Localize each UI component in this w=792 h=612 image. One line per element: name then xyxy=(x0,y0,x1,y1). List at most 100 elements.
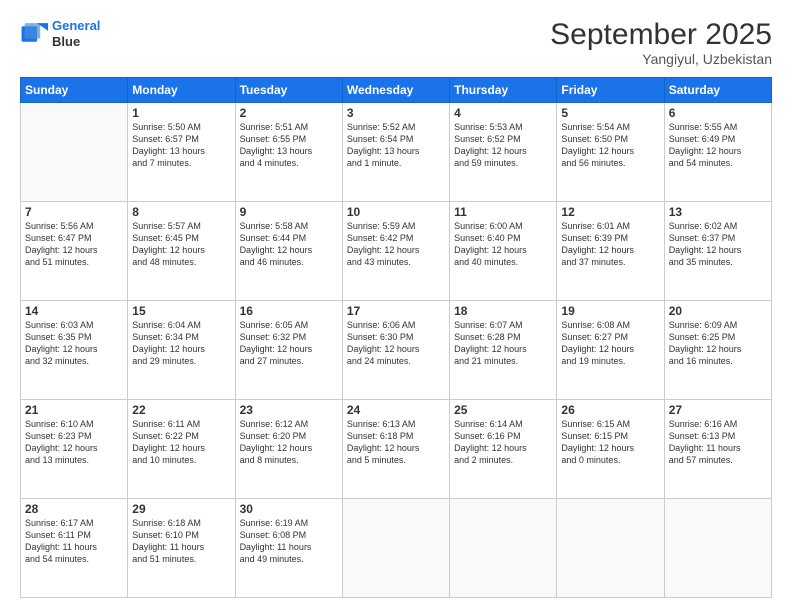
day-info: Sunrise: 5:51 AM Sunset: 6:55 PM Dayligh… xyxy=(240,121,338,170)
day-info: Sunrise: 5:59 AM Sunset: 6:42 PM Dayligh… xyxy=(347,220,445,269)
day-info: Sunrise: 6:01 AM Sunset: 6:39 PM Dayligh… xyxy=(561,220,659,269)
day-info: Sunrise: 5:58 AM Sunset: 6:44 PM Dayligh… xyxy=(240,220,338,269)
day-info: Sunrise: 5:55 AM Sunset: 6:49 PM Dayligh… xyxy=(669,121,767,170)
calendar-cell: 5Sunrise: 5:54 AM Sunset: 6:50 PM Daylig… xyxy=(557,103,664,202)
day-number: 7 xyxy=(25,205,123,219)
header-tuesday: Tuesday xyxy=(235,78,342,103)
day-number: 2 xyxy=(240,106,338,120)
day-number: 30 xyxy=(240,502,338,516)
day-number: 17 xyxy=(347,304,445,318)
calendar-cell: 21Sunrise: 6:10 AM Sunset: 6:23 PM Dayli… xyxy=(21,400,128,499)
day-number: 14 xyxy=(25,304,123,318)
day-number: 6 xyxy=(669,106,767,120)
day-info: Sunrise: 6:02 AM Sunset: 6:37 PM Dayligh… xyxy=(669,220,767,269)
calendar-cell: 27Sunrise: 6:16 AM Sunset: 6:13 PM Dayli… xyxy=(664,400,771,499)
day-number: 12 xyxy=(561,205,659,219)
calendar-cell: 20Sunrise: 6:09 AM Sunset: 6:25 PM Dayli… xyxy=(664,301,771,400)
calendar-cell: 13Sunrise: 6:02 AM Sunset: 6:37 PM Dayli… xyxy=(664,202,771,301)
month-title: September 2025 xyxy=(550,18,772,51)
weekday-header-row: Sunday Monday Tuesday Wednesday Thursday… xyxy=(21,78,772,103)
day-number: 20 xyxy=(669,304,767,318)
calendar-cell: 12Sunrise: 6:01 AM Sunset: 6:39 PM Dayli… xyxy=(557,202,664,301)
day-number: 29 xyxy=(132,502,230,516)
day-number: 9 xyxy=(240,205,338,219)
day-number: 22 xyxy=(132,403,230,417)
calendar-cell: 17Sunrise: 6:06 AM Sunset: 6:30 PM Dayli… xyxy=(342,301,449,400)
day-info: Sunrise: 6:11 AM Sunset: 6:22 PM Dayligh… xyxy=(132,418,230,467)
day-number: 26 xyxy=(561,403,659,417)
day-info: Sunrise: 5:57 AM Sunset: 6:45 PM Dayligh… xyxy=(132,220,230,269)
day-number: 24 xyxy=(347,403,445,417)
calendar-cell: 1Sunrise: 5:50 AM Sunset: 6:57 PM Daylig… xyxy=(128,103,235,202)
day-number: 8 xyxy=(132,205,230,219)
day-number: 15 xyxy=(132,304,230,318)
day-number: 23 xyxy=(240,403,338,417)
calendar-cell: 4Sunrise: 5:53 AM Sunset: 6:52 PM Daylig… xyxy=(450,103,557,202)
day-info: Sunrise: 6:08 AM Sunset: 6:27 PM Dayligh… xyxy=(561,319,659,368)
calendar-cell: 8Sunrise: 5:57 AM Sunset: 6:45 PM Daylig… xyxy=(128,202,235,301)
day-number: 11 xyxy=(454,205,552,219)
calendar-cell xyxy=(664,499,771,598)
day-info: Sunrise: 6:12 AM Sunset: 6:20 PM Dayligh… xyxy=(240,418,338,467)
calendar-week-row: 28Sunrise: 6:17 AM Sunset: 6:11 PM Dayli… xyxy=(21,499,772,598)
day-number: 4 xyxy=(454,106,552,120)
calendar-cell xyxy=(342,499,449,598)
calendar-cell: 25Sunrise: 6:14 AM Sunset: 6:16 PM Dayli… xyxy=(450,400,557,499)
calendar-week-row: 1Sunrise: 5:50 AM Sunset: 6:57 PM Daylig… xyxy=(21,103,772,202)
calendar-cell: 14Sunrise: 6:03 AM Sunset: 6:35 PM Dayli… xyxy=(21,301,128,400)
day-number: 28 xyxy=(25,502,123,516)
calendar-cell: 7Sunrise: 5:56 AM Sunset: 6:47 PM Daylig… xyxy=(21,202,128,301)
calendar-cell: 19Sunrise: 6:08 AM Sunset: 6:27 PM Dayli… xyxy=(557,301,664,400)
day-info: Sunrise: 6:18 AM Sunset: 6:10 PM Dayligh… xyxy=(132,517,230,566)
day-number: 10 xyxy=(347,205,445,219)
day-info: Sunrise: 6:14 AM Sunset: 6:16 PM Dayligh… xyxy=(454,418,552,467)
calendar-cell: 22Sunrise: 6:11 AM Sunset: 6:22 PM Dayli… xyxy=(128,400,235,499)
header-wednesday: Wednesday xyxy=(342,78,449,103)
calendar-cell: 6Sunrise: 5:55 AM Sunset: 6:49 PM Daylig… xyxy=(664,103,771,202)
calendar-cell: 3Sunrise: 5:52 AM Sunset: 6:54 PM Daylig… xyxy=(342,103,449,202)
day-info: Sunrise: 6:04 AM Sunset: 6:34 PM Dayligh… xyxy=(132,319,230,368)
title-block: September 2025 Yangiyul, Uzbekistan xyxy=(550,18,772,67)
calendar-cell: 10Sunrise: 5:59 AM Sunset: 6:42 PM Dayli… xyxy=(342,202,449,301)
logo-text: General Blue xyxy=(52,18,100,49)
day-number: 16 xyxy=(240,304,338,318)
day-number: 13 xyxy=(669,205,767,219)
day-number: 1 xyxy=(132,106,230,120)
day-info: Sunrise: 6:17 AM Sunset: 6:11 PM Dayligh… xyxy=(25,517,123,566)
calendar-cell: 9Sunrise: 5:58 AM Sunset: 6:44 PM Daylig… xyxy=(235,202,342,301)
calendar-cell: 18Sunrise: 6:07 AM Sunset: 6:28 PM Dayli… xyxy=(450,301,557,400)
day-number: 27 xyxy=(669,403,767,417)
day-info: Sunrise: 6:13 AM Sunset: 6:18 PM Dayligh… xyxy=(347,418,445,467)
header-monday: Monday xyxy=(128,78,235,103)
calendar-cell: 11Sunrise: 6:00 AM Sunset: 6:40 PM Dayli… xyxy=(450,202,557,301)
logo: General Blue xyxy=(20,18,100,49)
day-info: Sunrise: 6:07 AM Sunset: 6:28 PM Dayligh… xyxy=(454,319,552,368)
logo-icon xyxy=(20,20,48,48)
header-saturday: Saturday xyxy=(664,78,771,103)
location-subtitle: Yangiyul, Uzbekistan xyxy=(550,51,772,67)
calendar-cell: 16Sunrise: 6:05 AM Sunset: 6:32 PM Dayli… xyxy=(235,301,342,400)
day-info: Sunrise: 5:56 AM Sunset: 6:47 PM Dayligh… xyxy=(25,220,123,269)
day-info: Sunrise: 6:15 AM Sunset: 6:15 PM Dayligh… xyxy=(561,418,659,467)
day-info: Sunrise: 6:09 AM Sunset: 6:25 PM Dayligh… xyxy=(669,319,767,368)
calendar-cell xyxy=(557,499,664,598)
calendar-cell: 28Sunrise: 6:17 AM Sunset: 6:11 PM Dayli… xyxy=(21,499,128,598)
day-info: Sunrise: 6:10 AM Sunset: 6:23 PM Dayligh… xyxy=(25,418,123,467)
calendar-cell: 15Sunrise: 6:04 AM Sunset: 6:34 PM Dayli… xyxy=(128,301,235,400)
calendar-cell: 24Sunrise: 6:13 AM Sunset: 6:18 PM Dayli… xyxy=(342,400,449,499)
calendar-week-row: 21Sunrise: 6:10 AM Sunset: 6:23 PM Dayli… xyxy=(21,400,772,499)
day-number: 19 xyxy=(561,304,659,318)
calendar-cell: 30Sunrise: 6:19 AM Sunset: 6:08 PM Dayli… xyxy=(235,499,342,598)
day-info: Sunrise: 5:52 AM Sunset: 6:54 PM Dayligh… xyxy=(347,121,445,170)
day-number: 18 xyxy=(454,304,552,318)
calendar-cell: 23Sunrise: 6:12 AM Sunset: 6:20 PM Dayli… xyxy=(235,400,342,499)
header-sunday: Sunday xyxy=(21,78,128,103)
header-friday: Friday xyxy=(557,78,664,103)
day-info: Sunrise: 6:19 AM Sunset: 6:08 PM Dayligh… xyxy=(240,517,338,566)
calendar-table: Sunday Monday Tuesday Wednesday Thursday… xyxy=(20,77,772,598)
day-number: 21 xyxy=(25,403,123,417)
calendar-week-row: 14Sunrise: 6:03 AM Sunset: 6:35 PM Dayli… xyxy=(21,301,772,400)
header-thursday: Thursday xyxy=(450,78,557,103)
day-info: Sunrise: 6:05 AM Sunset: 6:32 PM Dayligh… xyxy=(240,319,338,368)
day-info: Sunrise: 6:06 AM Sunset: 6:30 PM Dayligh… xyxy=(347,319,445,368)
